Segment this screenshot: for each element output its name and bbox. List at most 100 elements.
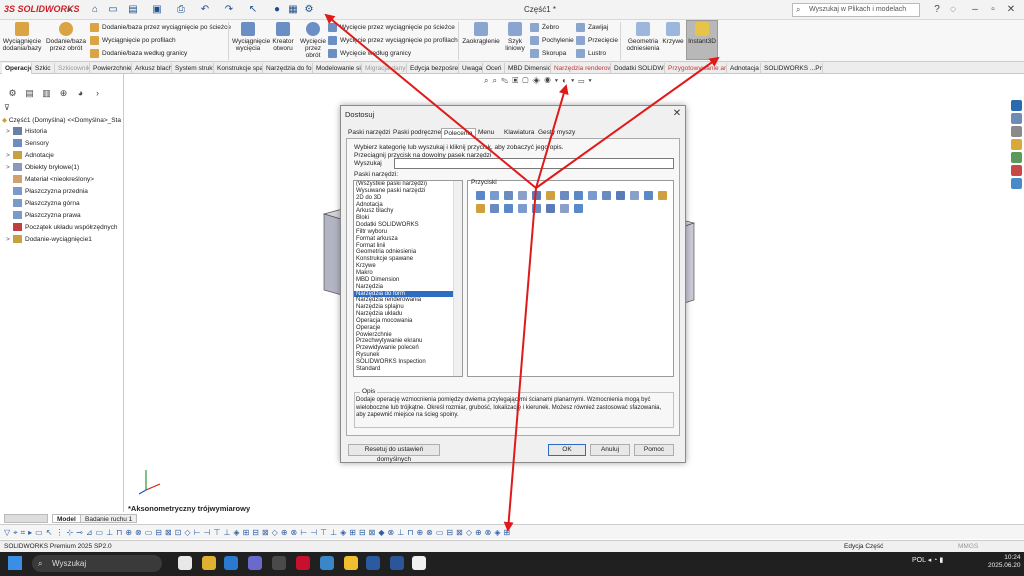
list-item[interactable]: Narzędzia bbox=[354, 284, 453, 291]
dialog-tab-1[interactable]: Paski podręczne bbox=[391, 128, 443, 138]
list-item[interactable]: Standard bbox=[354, 366, 453, 373]
hole-wizard-button[interactable]: Kreator otworu bbox=[268, 22, 298, 60]
dialog-tab-5[interactable]: Gesty myszy bbox=[536, 128, 577, 138]
tree-item[interactable]: > Obiekty bryłowe(1) bbox=[6, 162, 79, 173]
expand-chevron-icon[interactable]: > bbox=[6, 150, 13, 161]
status-units[interactable]: MMGS bbox=[958, 541, 978, 552]
configuration-manager-icon[interactable]: ▥ bbox=[38, 88, 55, 99]
expand-chevron-icon[interactable]: > bbox=[6, 234, 13, 245]
filter-icon[interactable]: ⊽ bbox=[4, 103, 10, 112]
tab-17[interactable]: Adnotacja bbox=[727, 63, 761, 74]
command-button-icon[interactable] bbox=[532, 191, 541, 200]
dialog-tab-0[interactable]: Paski narzędzi bbox=[346, 128, 392, 138]
list-item[interactable]: Makro bbox=[354, 270, 453, 277]
tab-11[interactable]: Uwaga bbox=[459, 63, 483, 74]
home-icon[interactable]: ⌂ bbox=[88, 3, 102, 17]
revolved-boss-button[interactable]: Dodanie/baza przez obrót bbox=[44, 22, 88, 60]
help-icon[interactable]: ? bbox=[930, 3, 944, 17]
command-button-icon[interactable] bbox=[532, 204, 541, 213]
dialog-search-input[interactable] bbox=[394, 158, 674, 169]
list-item[interactable]: Narzędzia splajnu bbox=[354, 304, 453, 311]
list-item[interactable]: Narzędzia układu bbox=[354, 311, 453, 318]
new-document-icon[interactable]: ▭ bbox=[106, 3, 120, 17]
outlook-icon[interactable] bbox=[320, 556, 334, 570]
lofted-cut-button[interactable]: Wycięcie przez wyciągnięcie po profilach bbox=[328, 35, 458, 47]
list-item[interactable]: Przewidywanie poleceń bbox=[354, 345, 453, 352]
list-item[interactable]: MBD Dimension bbox=[354, 277, 453, 284]
tab-10[interactable]: Edycja bezpośrednia bbox=[407, 63, 459, 74]
undo-icon[interactable]: ↶ bbox=[198, 3, 212, 17]
extruded-boss-button[interactable]: Wyciągnięcie dodania/bazy bbox=[2, 22, 42, 60]
list-item[interactable]: (Wszystkie paski narzędzi) bbox=[354, 181, 453, 188]
dialog-tab-4[interactable]: Klawiatura bbox=[502, 128, 536, 138]
tree-item[interactable]: > Historia bbox=[6, 126, 47, 137]
tree-item[interactable]: Początek układu współrzędnych bbox=[6, 222, 118, 233]
save-icon[interactable]: ▣ bbox=[150, 3, 164, 17]
command-button-icon[interactable] bbox=[574, 191, 583, 200]
command-button-icon[interactable] bbox=[490, 204, 499, 213]
tab-18[interactable]: SOLIDWORKS ...Prz...SOL... bbox=[761, 63, 823, 74]
options-gear-icon[interactable]: ⚙ bbox=[302, 3, 316, 17]
tree-item[interactable]: Płaszczyzna przednia bbox=[6, 186, 88, 197]
list-item[interactable]: Adnotacja bbox=[354, 202, 453, 209]
wrap-button[interactable]: Zawijaj bbox=[576, 22, 608, 34]
command-button-icon[interactable] bbox=[546, 204, 555, 213]
command-button-icon[interactable] bbox=[658, 191, 667, 200]
redo-icon[interactable]: ↷ bbox=[222, 3, 236, 17]
list-item[interactable]: Konstrukcje spawane bbox=[354, 256, 453, 263]
dimxpert-icon[interactable]: ⊕ bbox=[55, 88, 72, 99]
view-palette-icon[interactable] bbox=[1011, 152, 1022, 163]
paint-icon[interactable] bbox=[412, 556, 426, 570]
swept-cut-button[interactable]: Wycięcie przez wyciągnięcie po ścieżce bbox=[328, 22, 455, 34]
taskbar-clock[interactable]: 10:24 2025.06.20 bbox=[988, 554, 1021, 570]
fillet-button[interactable]: Zaokrąglenie bbox=[462, 22, 500, 60]
file-explorer-taskbar-icon[interactable] bbox=[344, 556, 358, 570]
mirror-button[interactable]: Lustro bbox=[576, 48, 606, 60]
list-item[interactable]: Operacje bbox=[354, 325, 453, 332]
revolved-cut-button[interactable]: Wycięcie przez obrót bbox=[300, 22, 326, 60]
shell-button[interactable]: Skorupa bbox=[530, 48, 566, 60]
list-item[interactable]: Format linii bbox=[354, 243, 453, 250]
command-button-icon[interactable] bbox=[560, 191, 569, 200]
list-item[interactable]: Geometria odniesienia bbox=[354, 249, 453, 256]
solidworks-resources-icon[interactable] bbox=[1011, 100, 1022, 111]
tab-12[interactable]: Oceń bbox=[483, 63, 505, 74]
command-button-icon[interactable] bbox=[504, 204, 513, 213]
list-item[interactable]: Operacja mocowania bbox=[354, 318, 453, 325]
command-button-icon[interactable] bbox=[518, 191, 527, 200]
instant3d-button[interactable]: Instant3D bbox=[686, 22, 718, 60]
print-icon[interactable]: ⎙ bbox=[174, 3, 188, 17]
custom-toolbar-bottom[interactable]: ▽⌖⌗▸▭↖⋮⊹⊸⊿▭⊥⊓⊕⊗▭⊟⊠⊡◇⊢⊣⊤⊥◈⊞⊟⊠◇⊕⊗⊢⊣⊤⊥◈⊞⊟⊠◆… bbox=[0, 524, 1024, 539]
tab-4[interactable]: Arkusz blachy bbox=[132, 63, 172, 74]
lofted-boss-button[interactable]: Wyciągnięcie po profilach bbox=[90, 35, 176, 47]
tree-item[interactable]: Sensory bbox=[6, 138, 49, 149]
command-button-icon[interactable] bbox=[490, 191, 499, 200]
command-button-icon[interactable] bbox=[518, 204, 527, 213]
display-manager-icon[interactable]: ◕ bbox=[72, 88, 89, 98]
command-button-icon[interactable] bbox=[616, 191, 625, 200]
search-input[interactable]: ⌕ Wyszukaj w Plikach i modelach bbox=[792, 3, 920, 17]
tree-item[interactable]: Płaszczyzna górna bbox=[6, 198, 80, 209]
tab-8[interactable]: Modelowanie siatki bbox=[313, 63, 362, 74]
dialog-tab-2[interactable]: Polecenia bbox=[441, 128, 476, 138]
tab-motion-study[interactable]: Badanie ruchu 1 bbox=[80, 514, 138, 523]
draft-button[interactable]: Pochylenie bbox=[530, 35, 574, 47]
command-button-icon[interactable] bbox=[574, 204, 583, 213]
cancel-button[interactable]: Anuluj bbox=[590, 444, 630, 456]
tab-0[interactable]: Operacje bbox=[2, 63, 32, 74]
file-explorer-icon[interactable] bbox=[1011, 126, 1022, 137]
list-item[interactable]: Arkusz blachy bbox=[354, 208, 453, 215]
curves-button[interactable]: Krzywe bbox=[662, 22, 684, 60]
edge-icon[interactable] bbox=[224, 556, 238, 570]
list-item[interactable]: Filtr wyboru bbox=[354, 229, 453, 236]
command-button-icon[interactable] bbox=[644, 191, 653, 200]
select-icon[interactable]: ↖ bbox=[246, 3, 260, 17]
tab-9[interactable]: Migracja danych bbox=[362, 63, 407, 74]
heads-up-view-toolbar[interactable]: ⌕⌕✎▣▢◈◉▾◐▾▭▾ bbox=[484, 76, 596, 88]
menu-arrow-icon[interactable]: ▸ bbox=[68, 5, 72, 14]
tab-2[interactable]: Szkicownik bbox=[55, 63, 90, 74]
traffic-light-icon[interactable]: ● bbox=[270, 3, 284, 17]
list-item[interactable]: Narzędzia do form bbox=[354, 290, 453, 298]
boundary-cut-button[interactable]: Wycięcie według granicy bbox=[328, 48, 411, 60]
list-item[interactable]: Krzywe bbox=[354, 263, 453, 270]
